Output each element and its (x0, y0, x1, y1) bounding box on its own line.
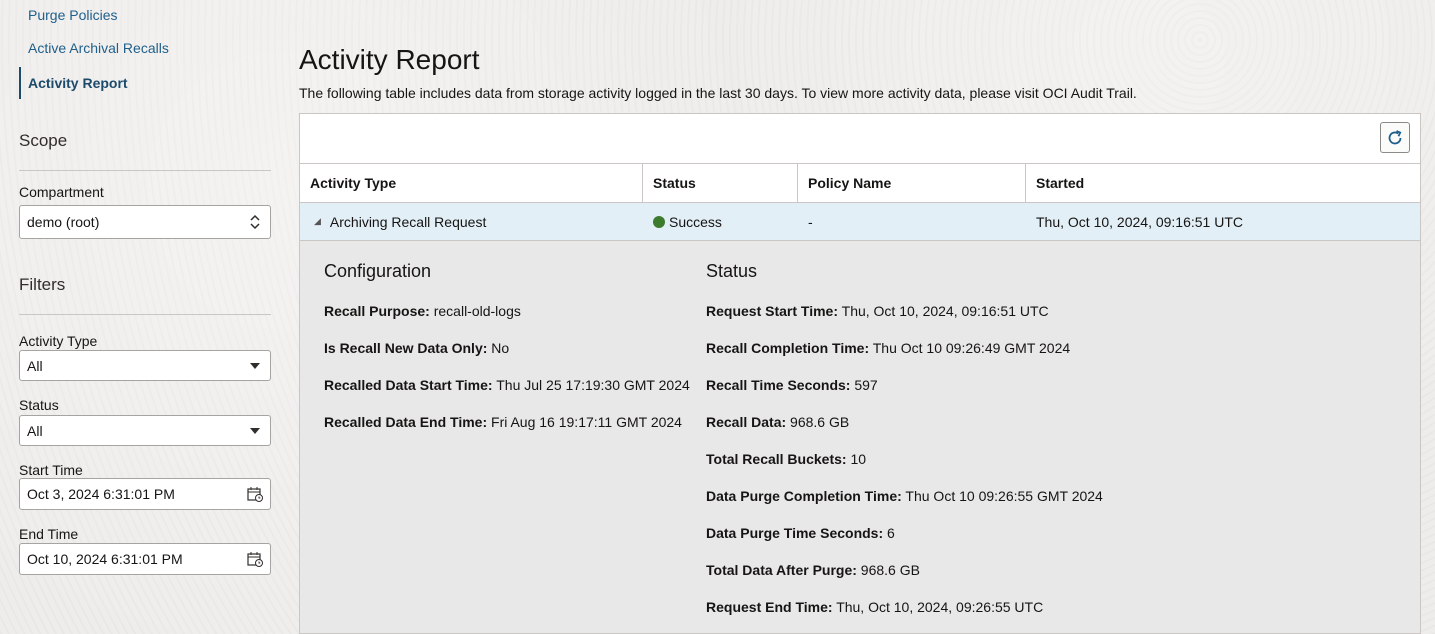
scope-divider (19, 170, 271, 171)
configuration-heading: Configuration (324, 261, 432, 281)
status-item: Request End Time: Thu, Oct 10, 2024, 09:… (706, 599, 1044, 615)
activity-type-value: All (27, 357, 43, 374)
table-toolbar (300, 114, 1420, 164)
updown-chevron-icon (240, 214, 270, 230)
expand-caret-icon[interactable]: ◢ (314, 216, 321, 227)
config-item: Recall Purpose: recall-old-logs (324, 303, 521, 319)
compartment-label: Compartment (19, 184, 104, 200)
status-item: Recall Time Seconds: 597 (706, 377, 878, 393)
config-item: Is Recall New Data Only: No (324, 340, 510, 356)
calendar-icon[interactable] (240, 486, 270, 502)
cell-started: Thu, Oct 10, 2024, 09:16:51 UTC (1036, 213, 1244, 230)
end-time-value: Oct 10, 2024 6:31:01 PM (27, 551, 183, 567)
start-time-label: Start Time (19, 462, 83, 478)
status-item: Request Start Time: Thu, Oct 10, 2024, 0… (706, 303, 1049, 319)
caret-down-icon (240, 362, 270, 369)
status-label: Status (19, 397, 59, 413)
activity-type-label: Activity Type (19, 333, 98, 349)
nav-active-indicator (19, 67, 21, 99)
activity-type-select[interactable]: All (19, 350, 271, 381)
column-header-status[interactable]: Status (643, 164, 798, 202)
filters-divider (19, 314, 271, 315)
table-header: Activity Type Status Policy Name Started (300, 164, 1420, 203)
activity-table: Activity Type Status Policy Name Started… (299, 113, 1421, 634)
status-item: Total Recall Buckets: 10 (706, 451, 867, 467)
start-time-value: Oct 3, 2024 6:31:01 PM (27, 486, 175, 502)
cell-policy-name: - (808, 213, 813, 230)
row-detail-panel: Configuration Recall Purpose: recall-old… (300, 241, 1420, 633)
nav-purge-policies[interactable]: Purge Policies (28, 7, 118, 23)
refresh-icon (1388, 129, 1402, 144)
compartment-select[interactable]: demo (root) (19, 205, 271, 239)
status-item: Data Purge Completion Time: Thu Oct 10 0… (706, 488, 1103, 504)
status-heading: Status (706, 261, 758, 281)
config-item: Recalled Data End Time: Fri Aug 16 19:17… (324, 414, 682, 430)
column-header-started[interactable]: Started (1026, 164, 1420, 202)
status-select[interactable]: All (19, 415, 271, 446)
nav-active-archival-recalls[interactable]: Active Archival Recalls (28, 40, 169, 56)
page-title: Activity Report (299, 44, 480, 75)
nav-activity-report[interactable]: Activity Report (28, 75, 128, 91)
cell-status: Success (643, 203, 798, 240)
column-header-policy-name[interactable]: Policy Name (798, 164, 1026, 202)
table-row[interactable]: ◢ Archiving Recall Request Success - Thu… (300, 203, 1420, 241)
status-item: Total Data After Purge: 968.6 GB (706, 562, 920, 578)
column-header-activity-type[interactable]: Activity Type (300, 164, 643, 202)
end-time-label: End Time (19, 526, 79, 542)
status-item: Recall Data: 968.6 GB (706, 414, 850, 430)
success-status-icon (653, 215, 665, 228)
caret-down-icon (240, 427, 270, 434)
status-item: Recall Completion Time: Thu Oct 10 09:26… (706, 340, 1071, 356)
status-value: All (27, 422, 43, 439)
compartment-value: demo (root) (27, 214, 100, 230)
filters-title: Filters (19, 275, 66, 294)
refresh-button[interactable] (1380, 122, 1410, 153)
cell-activity-type: ◢ Archiving Recall Request (300, 203, 643, 240)
scope-title: Scope (19, 131, 68, 150)
status-item: Data Purge Time Seconds: 6 (706, 525, 895, 541)
calendar-icon[interactable] (240, 551, 270, 567)
activity-type-text: Archiving Recall Request (329, 213, 487, 230)
config-item: Recalled Data Start Time: Thu Jul 25 17:… (324, 377, 690, 393)
sidebar: Purge Policies Active Archival Recalls A… (0, 0, 290, 634)
page-description: The following table includes data from s… (299, 85, 1137, 101)
start-time-input[interactable]: Oct 3, 2024 6:31:01 PM (19, 478, 271, 510)
end-time-input[interactable]: Oct 10, 2024 6:31:01 PM (19, 543, 271, 575)
status-text: Success (669, 213, 722, 230)
